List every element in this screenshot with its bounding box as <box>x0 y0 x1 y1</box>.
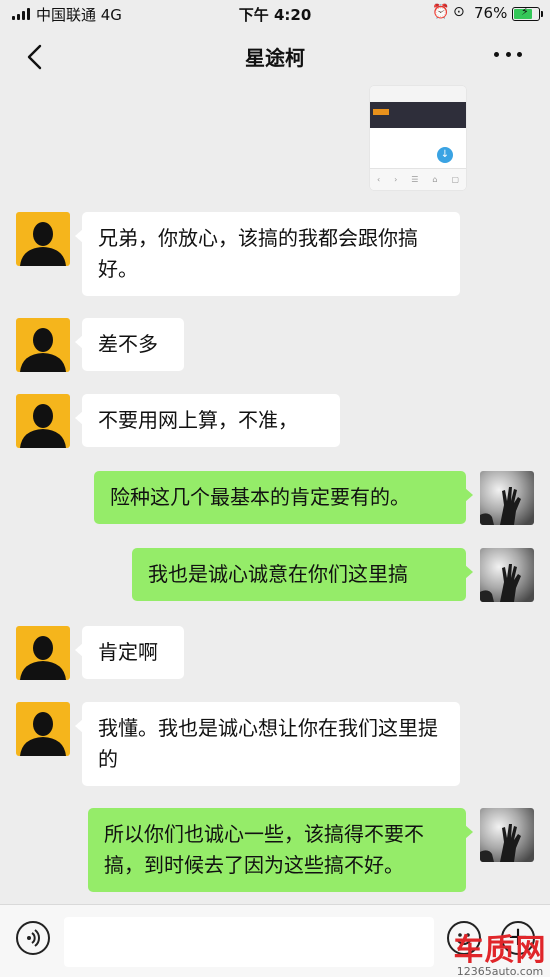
alarm-icon: ⏰ <box>432 4 450 20</box>
voice-button[interactable] <box>16 921 50 955</box>
battery-cap <box>541 11 543 17</box>
message-input[interactable] <box>64 917 434 967</box>
message-bubble[interactable]: 我懂。我也是诚心想让你在我们这里提的 <box>75 702 460 786</box>
message-bubble[interactable]: 差不多 <box>75 318 184 371</box>
user-avatar[interactable] <box>480 548 534 602</box>
more-button[interactable] <box>494 52 522 60</box>
rotation-lock-icon: ⊙ <box>453 4 465 20</box>
user-avatar-icon <box>480 808 534 862</box>
status-time: 下午 4:20 <box>238 6 312 24</box>
user-avatar-icon <box>480 471 534 525</box>
user-avatar[interactable] <box>480 471 534 525</box>
image-toolbar: ‹ › ☰ ⌂ ▢ <box>370 168 466 190</box>
message-bubble[interactable]: 我也是诚心诚意在你们这里搞 <box>132 548 473 601</box>
contact-avatar-icon <box>16 318 70 372</box>
more-dots-icon <box>494 52 499 57</box>
battery-icon: ⚡ <box>512 5 540 21</box>
download-icon: ↓ <box>437 147 453 163</box>
contact-avatar[interactable] <box>16 702 70 756</box>
user-avatar-icon <box>480 548 534 602</box>
message-bubble[interactable]: 兄弟，你放心，该搞的我都会跟你搞好。 <box>75 212 460 296</box>
battery-percent: 76% <box>474 4 508 22</box>
image-top-bar <box>370 86 466 102</box>
contact-avatar[interactable] <box>16 394 70 448</box>
message-bubble[interactable]: 所以你们也诚心一些，该搞得不要不搞，到时候去了因为这些搞不好。 <box>88 808 473 892</box>
message-bubble[interactable]: 肯定啊 <box>75 626 184 679</box>
voice-icon <box>27 929 40 947</box>
user-avatar[interactable] <box>480 808 534 862</box>
watermark-url: 12365auto.com <box>456 965 544 977</box>
chat-header: 星途柯 <box>0 28 550 86</box>
watermark: 车质网 12365auto.com <box>450 925 550 977</box>
contact-avatar-icon <box>16 702 70 756</box>
contact-avatar-icon <box>16 626 70 680</box>
image-dark-banner <box>370 102 466 128</box>
contact-avatar[interactable] <box>16 318 70 372</box>
contact-avatar[interactable] <box>16 212 70 266</box>
image-logo <box>373 109 389 115</box>
message-bubble[interactable]: 险种这几个最基本的肯定要有的。 <box>94 471 473 524</box>
message-bubble[interactable]: 不要用网上算，不准， <box>75 394 340 447</box>
chat-title: 星途柯 <box>245 46 305 70</box>
contact-avatar[interactable] <box>16 626 70 680</box>
status-bar: 中国联通 4G 下午 4:20 ⏰ ⊙ 76% ⚡ <box>0 0 550 28</box>
contact-avatar-icon <box>16 212 70 266</box>
contact-avatar-icon <box>16 394 70 448</box>
shared-image-message[interactable]: ↓ ‹ › ☰ ⌂ ▢ <box>370 86 466 190</box>
watermark-logo: 车质网 <box>453 933 547 968</box>
